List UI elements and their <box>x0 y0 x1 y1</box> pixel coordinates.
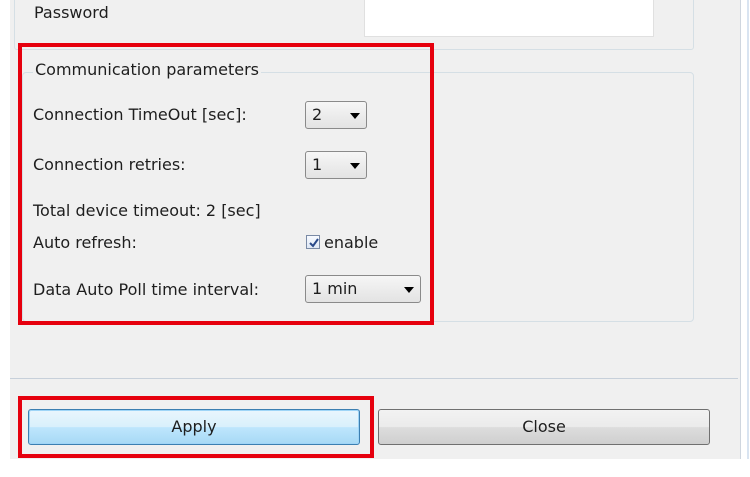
password-input[interactable] <box>364 0 654 37</box>
communication-highlight-box <box>18 43 434 325</box>
close-button[interactable]: Close <box>378 409 710 445</box>
bottom-strip <box>10 459 750 477</box>
password-label: Password <box>34 3 109 22</box>
window-border <box>747 0 749 459</box>
apply-highlight-box <box>18 396 374 458</box>
button-bar-separator <box>10 378 738 379</box>
